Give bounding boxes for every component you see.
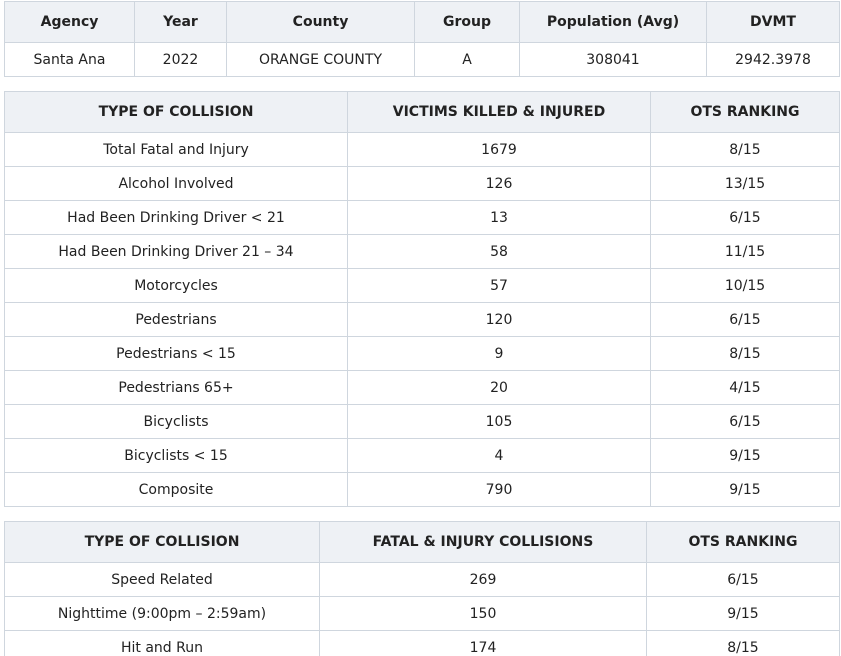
- header-ots-ranking: OTS RANKING: [646, 521, 840, 563]
- header-county: County: [226, 1, 415, 43]
- collisions-table: TYPE OF COLLISION FATAL & INJURY COLLISI…: [4, 521, 840, 656]
- header-fatal-injury-collisions: FATAL & INJURY COLLISIONS: [319, 521, 647, 563]
- ots-ranking-cell: 6/15: [650, 200, 840, 235]
- header-dvmt: DVMT: [706, 1, 840, 43]
- victims-table: TYPE OF COLLISION VICTIMS KILLED & INJUR…: [4, 91, 840, 507]
- header-victims-killed-injured: VICTIMS KILLED & INJURED: [347, 91, 651, 133]
- ots-ranking-cell: 11/15: [650, 234, 840, 269]
- victims-count-cell: 13: [347, 200, 651, 235]
- header-population: Population (Avg): [519, 1, 707, 43]
- ots-ranking-cell: 6/15: [650, 404, 840, 439]
- table-row: Bicyclists < 15 4 9/15: [4, 438, 840, 473]
- ots-ranking-cell: 8/15: [650, 336, 840, 371]
- collisions-count-cell: 150: [319, 596, 647, 631]
- table-row: Bicyclists 105 6/15: [4, 404, 840, 439]
- ots-ranking-cell: 9/15: [650, 438, 840, 473]
- collision-type-cell: Nighttime (9:00pm – 2:59am): [4, 596, 320, 631]
- collision-type-cell: Composite: [4, 472, 348, 507]
- table-row: Hit and Run 174 8/15: [4, 630, 840, 656]
- ots-ranking-cell: 9/15: [650, 472, 840, 507]
- table-row: Alcohol Involved 126 13/15: [4, 166, 840, 201]
- table-row: Pedestrians 65+ 20 4/15: [4, 370, 840, 405]
- collision-type-cell: Alcohol Involved: [4, 166, 348, 201]
- ots-ranking-cell: 6/15: [650, 302, 840, 337]
- victims-count-cell: 58: [347, 234, 651, 269]
- victims-count-cell: 105: [347, 404, 651, 439]
- victims-header-row: TYPE OF COLLISION VICTIMS KILLED & INJUR…: [4, 91, 840, 133]
- table-row: Speed Related 269 6/15: [4, 562, 840, 597]
- collision-type-cell: Bicyclists: [4, 404, 348, 439]
- victims-count-cell: 20: [347, 370, 651, 405]
- victims-count-cell: 57: [347, 268, 651, 303]
- victims-count-cell: 790: [347, 472, 651, 507]
- collision-type-cell: Speed Related: [4, 562, 320, 597]
- collision-type-cell: Pedestrians 65+: [4, 370, 348, 405]
- dvmt-value: 2942.3978: [706, 42, 840, 77]
- year-value: 2022: [134, 42, 227, 77]
- table-row: Had Been Drinking Driver < 21 13 6/15: [4, 200, 840, 235]
- agency-summary-table: Agency Year County Group Population (Avg…: [4, 1, 840, 77]
- agency-value: Santa Ana: [4, 42, 135, 77]
- collision-type-cell: Had Been Drinking Driver 21 – 34: [4, 234, 348, 269]
- collision-type-cell: Had Been Drinking Driver < 21: [4, 200, 348, 235]
- ots-ranking-cell: 10/15: [650, 268, 840, 303]
- collision-type-cell: Hit and Run: [4, 630, 320, 656]
- table-row: Composite 790 9/15: [4, 472, 840, 507]
- header-ots-ranking: OTS RANKING: [650, 91, 840, 133]
- header-agency: Agency: [4, 1, 135, 43]
- ots-ranking-cell: 6/15: [646, 562, 840, 597]
- agency-header-row: Agency Year County Group Population (Avg…: [4, 1, 840, 43]
- agency-data-row: Santa Ana 2022 ORANGE COUNTY A 308041 29…: [4, 42, 840, 77]
- group-value: A: [414, 42, 520, 77]
- victims-count-cell: 120: [347, 302, 651, 337]
- collisions-header-row: TYPE OF COLLISION FATAL & INJURY COLLISI…: [4, 521, 840, 563]
- header-type-of-collision: TYPE OF COLLISION: [4, 91, 348, 133]
- collision-type-cell: Pedestrians < 15: [4, 336, 348, 371]
- victims-count-cell: 9: [347, 336, 651, 371]
- header-group: Group: [414, 1, 520, 43]
- ots-ranking-cell: 8/15: [650, 132, 840, 167]
- table-row: Pedestrians 120 6/15: [4, 302, 840, 337]
- table-row: Motorcycles 57 10/15: [4, 268, 840, 303]
- collisions-count-cell: 174: [319, 630, 647, 656]
- ots-ranking-cell: 9/15: [646, 596, 840, 631]
- header-year: Year: [134, 1, 227, 43]
- victims-count-cell: 1679: [347, 132, 651, 167]
- collision-type-cell: Pedestrians: [4, 302, 348, 337]
- victims-count-cell: 126: [347, 166, 651, 201]
- collision-type-cell: Bicyclists < 15: [4, 438, 348, 473]
- table-row: Nighttime (9:00pm – 2:59am) 150 9/15: [4, 596, 840, 631]
- collisions-count-cell: 269: [319, 562, 647, 597]
- collision-type-cell: Total Fatal and Injury: [4, 132, 348, 167]
- table-row: Pedestrians < 15 9 8/15: [4, 336, 840, 371]
- ots-ranking-cell: 8/15: [646, 630, 840, 656]
- table-row: Had Been Drinking Driver 21 – 34 58 11/15: [4, 234, 840, 269]
- table-row: Total Fatal and Injury 1679 8/15: [4, 132, 840, 167]
- ots-ranking-cell: 4/15: [650, 370, 840, 405]
- population-value: 308041: [519, 42, 707, 77]
- ots-ranking-cell: 13/15: [650, 166, 840, 201]
- collision-type-cell: Motorcycles: [4, 268, 348, 303]
- header-type-of-collision: TYPE OF COLLISION: [4, 521, 320, 563]
- victims-count-cell: 4: [347, 438, 651, 473]
- county-value: ORANGE COUNTY: [226, 42, 415, 77]
